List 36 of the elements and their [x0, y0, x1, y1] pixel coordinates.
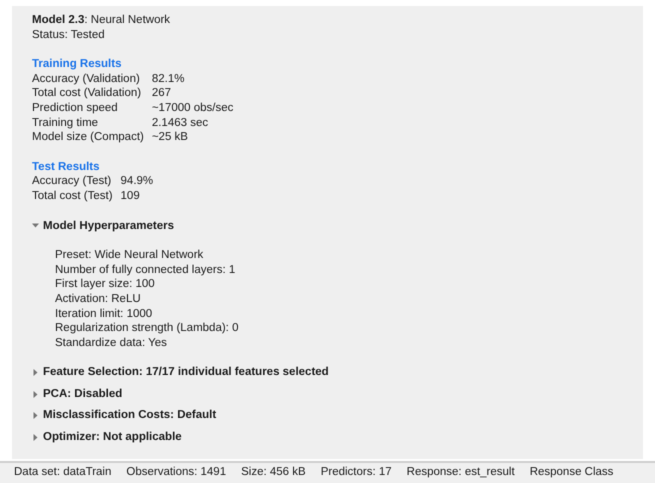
metric-value: 2.1463 sec	[152, 116, 210, 130]
metric-value: 94.9%	[120, 174, 154, 189]
metric-value: ~17000 obs/sec	[152, 100, 234, 116]
metric-label: Total cost (Validation)	[32, 86, 142, 101]
metric-value: 267	[152, 86, 172, 101]
section-toggle[interactable]: Misclassification Costs: Default	[32, 408, 216, 424]
metric-value: 82.1%	[152, 72, 186, 86]
section-heading: Test Results	[32, 160, 101, 174]
metric-label: Accuracy (Validation)	[32, 72, 141, 86]
hyperparameter-text: Activation: ReLU	[55, 292, 142, 306]
section-toggle[interactable]: Model Hyperparameters	[32, 218, 174, 234]
metric-label: Model size (Compact)	[32, 130, 144, 145]
metric-label: Accuracy (Test)	[32, 174, 112, 189]
status-text: Data set: dataTrain	[14, 465, 112, 480]
hyperparameter-text: Regularization strength (Lambda): 0	[55, 321, 240, 336]
metric-label: Total cost (Test)	[32, 188, 113, 204]
status-text: Response: est_result	[406, 465, 515, 480]
hyperparameter-text: Number of fully connected layers: 1	[55, 262, 236, 278]
model-status: Status: Tested	[32, 28, 106, 42]
model-title: Model 2.3: Neural Network	[32, 13, 172, 28]
metric-value: 109	[120, 188, 141, 204]
hyperparameter-text: Iteration limit: 1000	[55, 306, 154, 322]
section-toggle[interactable]: PCA: Disabled	[32, 386, 122, 402]
hyperparameter-text: Preset: Wide Neural Network	[55, 248, 204, 263]
status-text: Predictors: 17	[320, 465, 392, 480]
status-text: Response Class	[530, 465, 614, 480]
section-toggle[interactable]: Optimizer: Not applicable	[32, 430, 182, 445]
metric-label: Prediction speed	[32, 100, 119, 116]
hyperparameter-text: Standardize data: Yes	[55, 336, 168, 350]
section-toggle[interactable]: Feature Selection: 17/17 individual features selected	[32, 365, 329, 380]
metric-value: ~25 kB	[152, 130, 189, 145]
metric-label: Training time	[32, 116, 100, 130]
section-heading: Training Results	[32, 57, 122, 72]
status-text: Observations: 1491	[126, 465, 226, 480]
status-text: Size: 456 kB	[241, 465, 306, 480]
hyperparameter-text: First layer size: 100	[55, 277, 156, 292]
